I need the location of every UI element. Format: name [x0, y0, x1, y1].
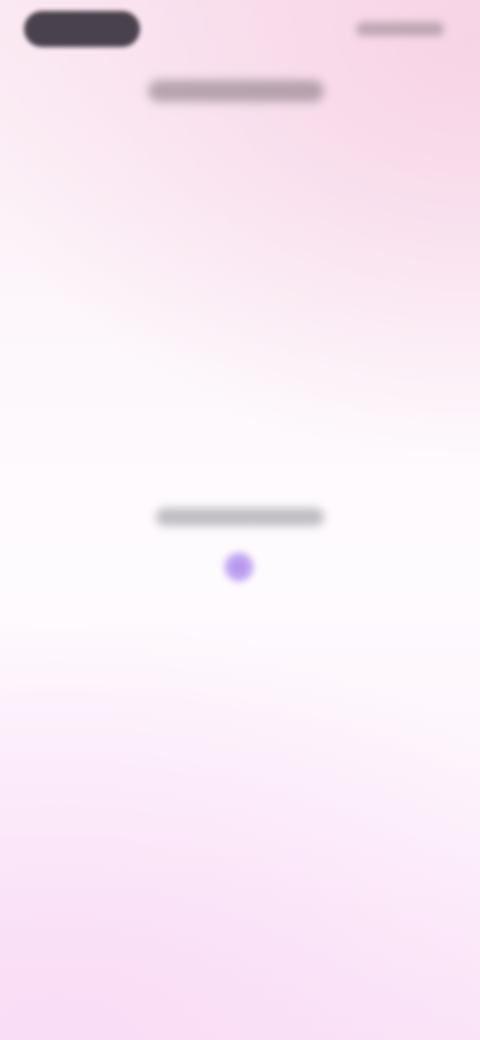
status-pill [24, 11, 140, 47]
loading-text [156, 508, 324, 526]
status-indicators [356, 22, 444, 36]
page-title [148, 80, 324, 102]
status-bar [0, 0, 480, 60]
loading-area [0, 496, 480, 596]
loading-spinner-icon [222, 550, 256, 584]
